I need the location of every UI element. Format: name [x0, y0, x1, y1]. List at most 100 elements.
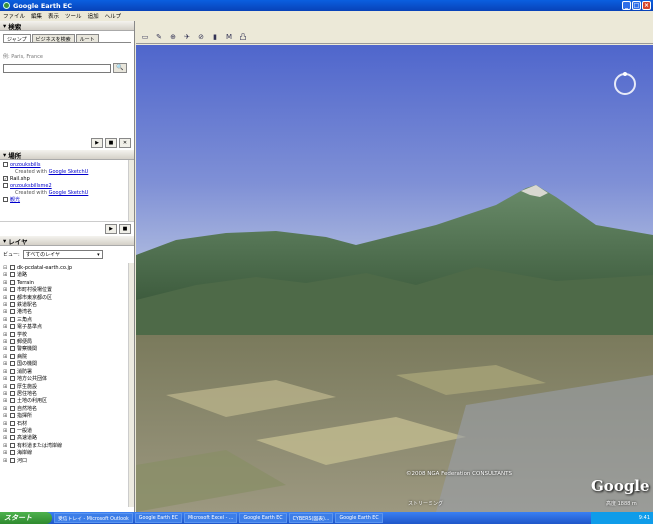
layers-panel-header[interactable]: ▾ レイヤ — [0, 236, 134, 246]
clear-button[interactable]: ✕ — [119, 138, 131, 148]
layer-item[interactable]: ⊞ 港湾名 — [3, 309, 131, 316]
close-button[interactable]: × — [642, 1, 651, 10]
tab-directions[interactable]: ルート — [75, 34, 99, 43]
checkbox[interactable] — [10, 450, 15, 456]
checkbox[interactable] — [3, 183, 8, 188]
checkbox[interactable] — [10, 390, 15, 396]
minimize-button[interactable]: _ — [622, 1, 631, 10]
placemark-icon[interactable]: ✎ — [154, 33, 164, 42]
checkbox[interactable] — [10, 427, 15, 433]
path-icon[interactable]: ✈ — [182, 33, 192, 42]
view-select[interactable]: すべてのレイヤ ▾ — [22, 250, 103, 259]
expand-icon[interactable]: ⊞ — [3, 421, 10, 428]
checkbox[interactable] — [10, 376, 15, 382]
expand-icon[interactable]: ⊞ — [3, 346, 10, 353]
expand-icon[interactable]: ⊞ — [3, 302, 10, 309]
menu-tools[interactable]: ツール — [65, 12, 82, 20]
layer-item[interactable]: ⊞ 道路 — [3, 272, 131, 279]
places-scrollbar[interactable] — [128, 160, 134, 221]
play-button[interactable]: ▶ — [91, 138, 103, 148]
search-panel-header[interactable]: ▾ 検索 — [0, 21, 134, 31]
checkbox[interactable] — [10, 413, 15, 419]
checkbox[interactable] — [10, 294, 15, 300]
menu-view[interactable]: 表示 — [48, 12, 59, 20]
earth-3d-view[interactable]: ©2008 NGA Federation CONSULTANTS Google … — [136, 45, 653, 512]
layer-item[interactable]: ⊞ 厚生施設 — [3, 383, 131, 391]
expand-icon[interactable]: ⊞ — [3, 287, 10, 294]
search-button[interactable]: 🔍 — [113, 63, 127, 73]
expand-icon[interactable]: ⊞ — [3, 406, 10, 413]
expand-icon[interactable]: ⊞ — [3, 280, 10, 287]
checkbox[interactable] — [3, 197, 8, 202]
expand-icon[interactable]: ⊞ — [3, 324, 10, 331]
checkbox[interactable] — [10, 279, 15, 285]
layer-item[interactable]: ⊞ 石材 — [3, 420, 131, 428]
expand-icon[interactable]: ⊞ — [3, 317, 10, 324]
checkbox[interactable] — [10, 420, 15, 426]
checkbox[interactable] — [10, 265, 15, 270]
play-button[interactable]: ▶ — [105, 224, 117, 234]
layer-item[interactable]: ⊞ 自然地名 — [3, 405, 131, 413]
expand-icon[interactable]: ⊟ — [3, 265, 10, 272]
layer-item[interactable]: ⊞ 警察機関 — [3, 346, 131, 353]
expand-icon[interactable]: ⊞ — [3, 376, 10, 383]
checkbox[interactable] — [10, 339, 15, 345]
checkbox[interactable] — [10, 442, 15, 448]
checkbox[interactable] — [10, 383, 15, 389]
checkbox[interactable] — [10, 309, 15, 315]
places-panel-header[interactable]: ▾ 場所 — [0, 150, 134, 160]
expand-icon[interactable]: ⊞ — [3, 354, 10, 361]
expand-icon[interactable]: ⊞ — [3, 435, 10, 442]
expand-icon[interactable]: ⊞ — [3, 339, 10, 346]
stop-button[interactable]: ■ — [105, 138, 117, 148]
layer-item[interactable]: ⊞ 河口 — [3, 457, 131, 465]
checkbox[interactable] — [10, 435, 15, 441]
checkbox[interactable] — [10, 457, 15, 463]
menu-help[interactable]: ヘルプ — [105, 12, 122, 20]
taskbar-item[interactable]: CYBERS(図表)... — [288, 513, 334, 523]
checkbox[interactable] — [10, 331, 15, 337]
menu-add[interactable]: 追加 — [88, 12, 99, 20]
checkbox[interactable] — [10, 346, 15, 352]
expand-icon[interactable]: ⊞ — [3, 272, 10, 279]
expand-icon[interactable]: ⊞ — [3, 428, 10, 435]
expand-icon[interactable]: ⊞ — [3, 384, 10, 391]
maximize-button[interactable]: □ — [632, 1, 641, 10]
layer-item[interactable]: ⊞ 高速道路 — [3, 435, 131, 442]
sidebar-toggle-icon[interactable]: ▭ — [140, 33, 150, 42]
list-item[interactable]: 観光 — [3, 197, 131, 204]
checkbox[interactable] — [10, 361, 15, 367]
checkbox[interactable] — [3, 162, 8, 167]
checkbox[interactable] — [10, 405, 15, 411]
list-item[interactable]: ✓ Rail.shp — [3, 176, 131, 183]
taskbar-item[interactable]: Google Earth EC — [239, 513, 287, 523]
layer-item[interactable]: ⊞ 指揮所 — [3, 413, 131, 420]
menu-file[interactable]: ファイル — [3, 12, 25, 20]
tab-fly-to[interactable]: ジャンプ — [3, 34, 31, 43]
tab-find-business[interactable]: ビジネスを検索 — [31, 34, 75, 43]
expand-icon[interactable]: ⊞ — [3, 413, 10, 420]
taskbar-item[interactable]: Google Earth EC — [134, 513, 183, 523]
checkbox[interactable] — [10, 398, 15, 404]
expand-icon[interactable]: ⊞ — [3, 391, 10, 398]
compass-icon[interactable] — [612, 71, 638, 97]
checkbox[interactable] — [10, 324, 15, 330]
start-button[interactable]: スタート — [0, 512, 52, 524]
taskbar-item[interactable]: Google Earth EC — [335, 513, 383, 523]
expand-icon[interactable]: ⊞ — [3, 369, 10, 376]
layer-item[interactable]: ⊞ 国の機関 — [3, 361, 131, 368]
menu-edit[interactable]: 編集 — [31, 12, 42, 20]
layer-item[interactable]: ⊞ 電子基準点 — [3, 324, 131, 331]
layer-item[interactable]: ⊞ 土地の利用区 — [3, 398, 131, 405]
expand-icon[interactable]: ⊞ — [3, 332, 10, 339]
layers-scrollbar[interactable] — [128, 263, 134, 507]
taskbar-item[interactable]: 受信トレイ - Microsoft Outlook — [54, 513, 133, 523]
expand-icon[interactable]: ⊞ — [3, 309, 10, 316]
checkbox[interactable] — [10, 287, 15, 293]
stop-button[interactable]: ■ — [119, 224, 131, 234]
expand-icon[interactable]: ⊞ — [3, 450, 10, 457]
checkbox[interactable] — [10, 302, 15, 308]
ruler-icon[interactable]: ▮ — [210, 33, 220, 42]
checkbox[interactable] — [10, 272, 15, 278]
taskbar-item[interactable]: Microsoft Excel - ... — [184, 513, 238, 523]
